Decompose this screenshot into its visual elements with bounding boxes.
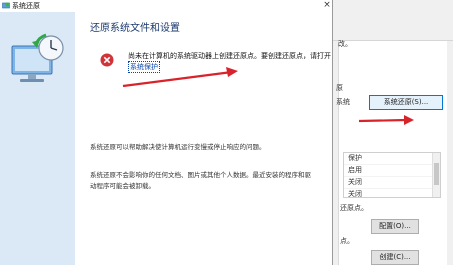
system-restore-icon	[2, 2, 10, 9]
configure-text: 还原点。	[340, 204, 368, 212]
partial-text-3: 系统	[336, 98, 350, 106]
list-scrollbar[interactable]	[432, 153, 440, 197]
create-text: 点。	[340, 237, 354, 245]
system-restore-button[interactable]: 系统还原(S)...	[369, 95, 443, 110]
description-2-line2: 动程序可能会被卸载。	[90, 182, 155, 190]
description-2-line1: 系统还原不会影响你的任何文档、图片或其他个人数据。最近安装的程序和驱	[90, 171, 311, 179]
page-title: 还原系统文件和设置	[90, 23, 180, 34]
dialog-title: 系统还原	[12, 2, 40, 10]
description-1: 系统还原可以帮助解决使计算机运行变慢或停止响应的问题。	[90, 143, 266, 151]
partial-text-2: 原	[336, 84, 343, 92]
error-message: 尚未在计算机的系统驱动器上创建还原点。要创建还原点，请打开	[128, 52, 331, 60]
close-icon[interactable]: ×	[322, 0, 332, 11]
list-item[interactable]: 关闭	[344, 189, 440, 197]
title-bar[interactable]: 系统还原 ×	[0, 0, 332, 12]
scrollbar-thumb[interactable]	[434, 163, 439, 185]
system-protection-link[interactable]: 系统保护	[128, 61, 160, 73]
configure-button[interactable]: 配置(O)...	[371, 219, 419, 234]
partial-text-1: 改。	[338, 40, 352, 48]
restore-computer-icon	[11, 33, 64, 82]
protection-settings-list[interactable]: 保护 启用 关闭 关闭	[343, 152, 441, 198]
list-item[interactable]: 启用	[344, 165, 440, 177]
wizard-sidebar	[0, 12, 75, 265]
list-header-protection: 保护	[344, 153, 440, 165]
error-icon	[100, 53, 114, 67]
system-restore-dialog: 系统还原 × 还原系统文件和设置 尚未在计算机的系统驱动器上创建还原点。要创建还…	[0, 0, 333, 265]
list-item[interactable]: 关闭	[344, 177, 440, 189]
create-button[interactable]: 创建(C)...	[371, 250, 419, 265]
